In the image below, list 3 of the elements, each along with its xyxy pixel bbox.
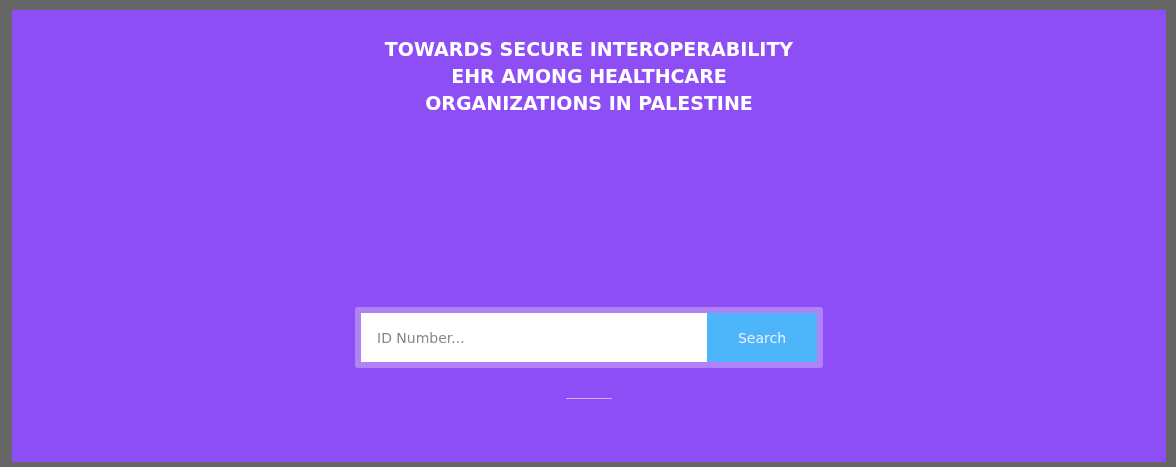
id-number-field[interactable]: ID Number... <box>361 313 707 362</box>
search-button[interactable]: Search <box>707 313 817 362</box>
page-title: TOWARDS SECURE INTEROPERABILITY EHR AMONG HEALTHCARE ORGANIZATIONS IN PALESTINE <box>383 37 795 116</box>
